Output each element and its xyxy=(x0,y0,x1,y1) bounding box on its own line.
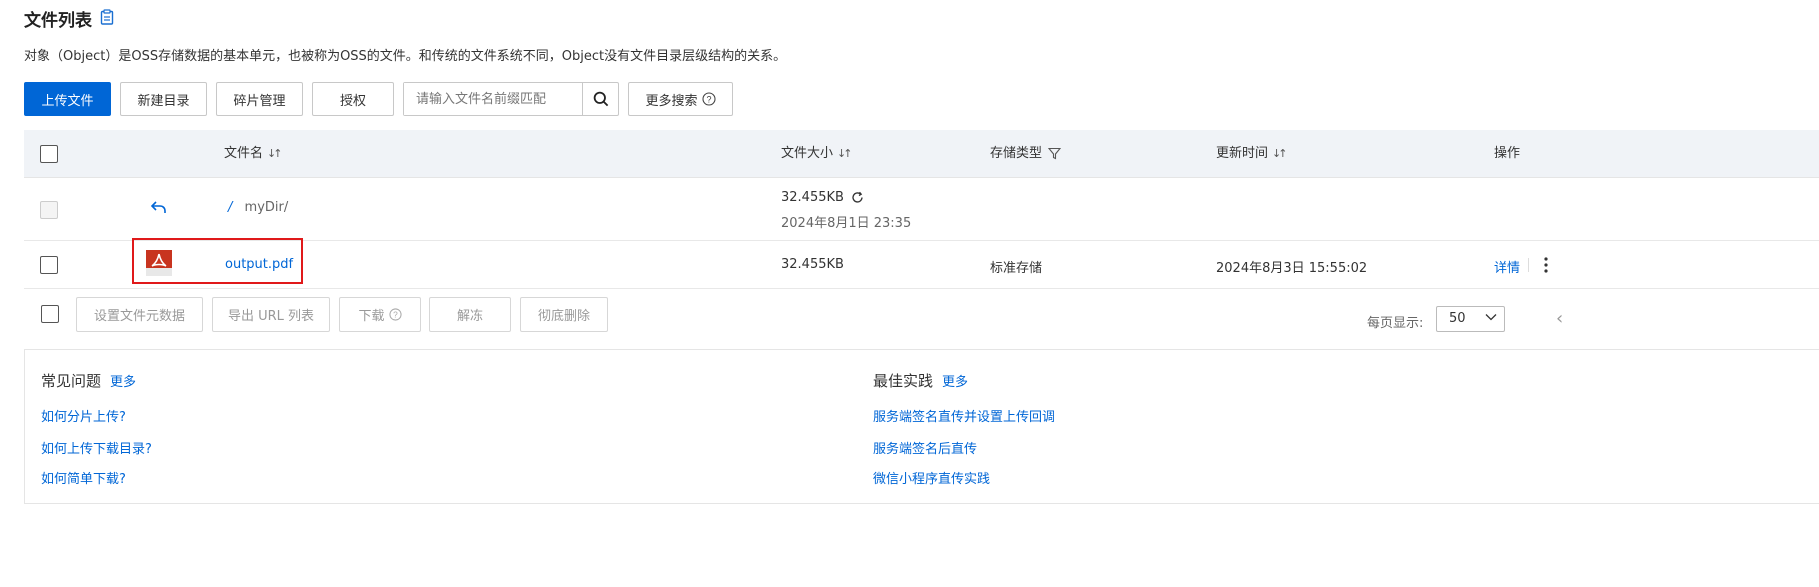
help-circle-icon: ? xyxy=(701,92,716,106)
faq-title: 常见问题 xyxy=(41,372,102,390)
search-input[interactable] xyxy=(404,83,582,115)
updated-time: 2024年8月3日 15:55:02 xyxy=(1216,261,1368,276)
table-row-parent[interactable]: / myDir/ 32.455KB 2024年8月1日 23:35 xyxy=(24,178,1819,241)
sort-icon[interactable]: ↓↑ xyxy=(267,147,283,160)
download-button[interactable]: 下载 ? xyxy=(339,297,421,332)
svg-text:?: ? xyxy=(393,310,398,320)
toolbar: 上传文件 新建目录 碎片管理 授权 更多搜索 ? xyxy=(24,82,733,116)
column-header-name[interactable]: 文件名 ↓↑ xyxy=(224,130,283,178)
storage-type: 标准存储 xyxy=(990,261,1043,276)
parent-time: 2024年8月1日 23:35 xyxy=(781,216,912,231)
faq-link-3[interactable]: 如何简单下载? xyxy=(41,468,126,487)
column-header-updated[interactable]: 更新时间 ↓↑ xyxy=(1216,130,1288,178)
refresh-icon[interactable] xyxy=(851,191,864,204)
search-box xyxy=(403,82,619,116)
column-header-size[interactable]: 文件大小 ↓↑ xyxy=(781,130,853,178)
select-all-checkbox[interactable] xyxy=(40,145,58,163)
faq-link-1[interactable]: 如何分片上传? xyxy=(41,406,126,425)
fragment-management-button[interactable]: 碎片管理 xyxy=(216,82,303,116)
best-practice-title: 最佳实践 xyxy=(873,372,934,390)
action-divider xyxy=(1528,258,1529,272)
permanent-delete-button[interactable]: 彻底删除 xyxy=(520,297,608,332)
sort-icon[interactable]: ↓↑ xyxy=(1272,147,1288,160)
best-practice-link-3[interactable]: 微信小程序直传实践 xyxy=(873,468,990,487)
search-icon xyxy=(593,91,608,107)
column-header-storage[interactable]: 存储类型 xyxy=(990,130,1062,178)
set-metadata-button[interactable]: 设置文件元数据 xyxy=(76,297,203,332)
table-header: 文件名 ↓↑ 文件大小 ↓↑ 存储类型 更新时间 ↓↑ 操作 xyxy=(24,130,1819,178)
more-actions-icon[interactable] xyxy=(1542,256,1550,278)
column-header-actions: 操作 xyxy=(1494,146,1521,161)
best-practice-link-1[interactable]: 服务端签名直传并设置上传回调 xyxy=(873,406,1055,425)
help-panel: 常见问题 更多 如何分片上传? 如何上传下载目录? 如何简单下载? 最佳实践 更… xyxy=(24,349,1819,504)
clipboard-icon[interactable] xyxy=(100,8,114,29)
path-separator: / xyxy=(228,200,233,215)
page-title-text: 文件列表 xyxy=(24,11,92,31)
per-page-label: 每页显示: xyxy=(1367,316,1424,331)
highlight-box xyxy=(132,238,303,284)
row-checkbox[interactable] xyxy=(40,256,58,274)
unfreeze-button[interactable]: 解冻 xyxy=(429,297,511,332)
authorize-button[interactable]: 授权 xyxy=(312,82,394,116)
upload-button[interactable]: 上传文件 xyxy=(24,82,111,116)
more-search-button[interactable]: 更多搜索 ? xyxy=(628,82,733,116)
per-page-value: 50 xyxy=(1449,311,1466,326)
help-circle-icon: ? xyxy=(388,308,402,321)
bulk-select-checkbox[interactable] xyxy=(41,305,59,323)
search-button[interactable] xyxy=(582,83,618,115)
parent-dir-name: myDir/ xyxy=(244,200,289,215)
export-url-list-button[interactable]: 导出 URL 列表 xyxy=(212,297,330,332)
parent-size: 32.455KB xyxy=(781,190,864,205)
back-arrow-icon[interactable] xyxy=(150,200,167,219)
detail-link[interactable]: 详情 xyxy=(1494,257,1520,276)
chevron-left-icon[interactable]: ‹ xyxy=(1556,308,1563,329)
parent-path[interactable]: / myDir/ xyxy=(228,200,288,215)
chevron-down-icon xyxy=(1485,314,1497,321)
row-checkbox-disabled xyxy=(40,201,58,219)
new-directory-button[interactable]: 新建目录 xyxy=(120,82,207,116)
more-search-label: 更多搜索 xyxy=(645,93,698,109)
file-size: 32.455KB xyxy=(781,257,844,272)
faq-link-2[interactable]: 如何上传下载目录? xyxy=(41,438,152,457)
per-page-select[interactable]: 50 xyxy=(1436,306,1505,332)
best-practice-link-2[interactable]: 服务端签名后直传 xyxy=(873,438,977,457)
faq-more-link[interactable]: 更多 xyxy=(110,371,136,390)
best-practice-more-link[interactable]: 更多 xyxy=(942,371,968,390)
page-description: 对象（Object）是OSS存储数据的基本单元，也被称为OSS的文件。和传统的文… xyxy=(24,49,787,64)
svg-text:?: ? xyxy=(706,94,711,104)
page-title: 文件列表 xyxy=(24,6,114,31)
sort-icon[interactable]: ↓↑ xyxy=(837,147,853,160)
download-label: 下载 xyxy=(358,309,385,324)
bulk-actions-bar: 设置文件元数据 导出 URL 列表 下载 ? 解冻 彻底删除 xyxy=(24,297,1819,333)
filter-icon[interactable] xyxy=(1047,147,1062,160)
